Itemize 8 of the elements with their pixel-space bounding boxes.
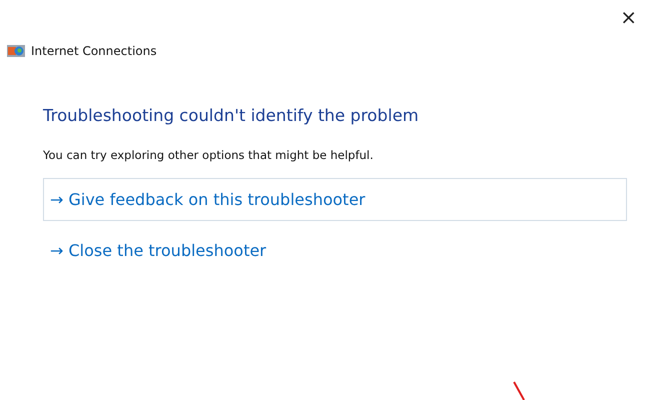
annotation-line: [513, 381, 525, 400]
close-button[interactable]: ×: [608, 0, 649, 34]
network-icon: [7, 45, 25, 57]
message-text: You can try exploring other options that might be helpful.: [43, 148, 374, 162]
heading: Troubleshooting couldn't identify the problem: [43, 106, 420, 125]
option-link[interactable]: → Close the troubleshooter: [43, 229, 627, 272]
option-link[interactable]: → Give feedback on this troubleshooter: [43, 178, 627, 221]
app-title: Internet Connections: [31, 44, 157, 58]
